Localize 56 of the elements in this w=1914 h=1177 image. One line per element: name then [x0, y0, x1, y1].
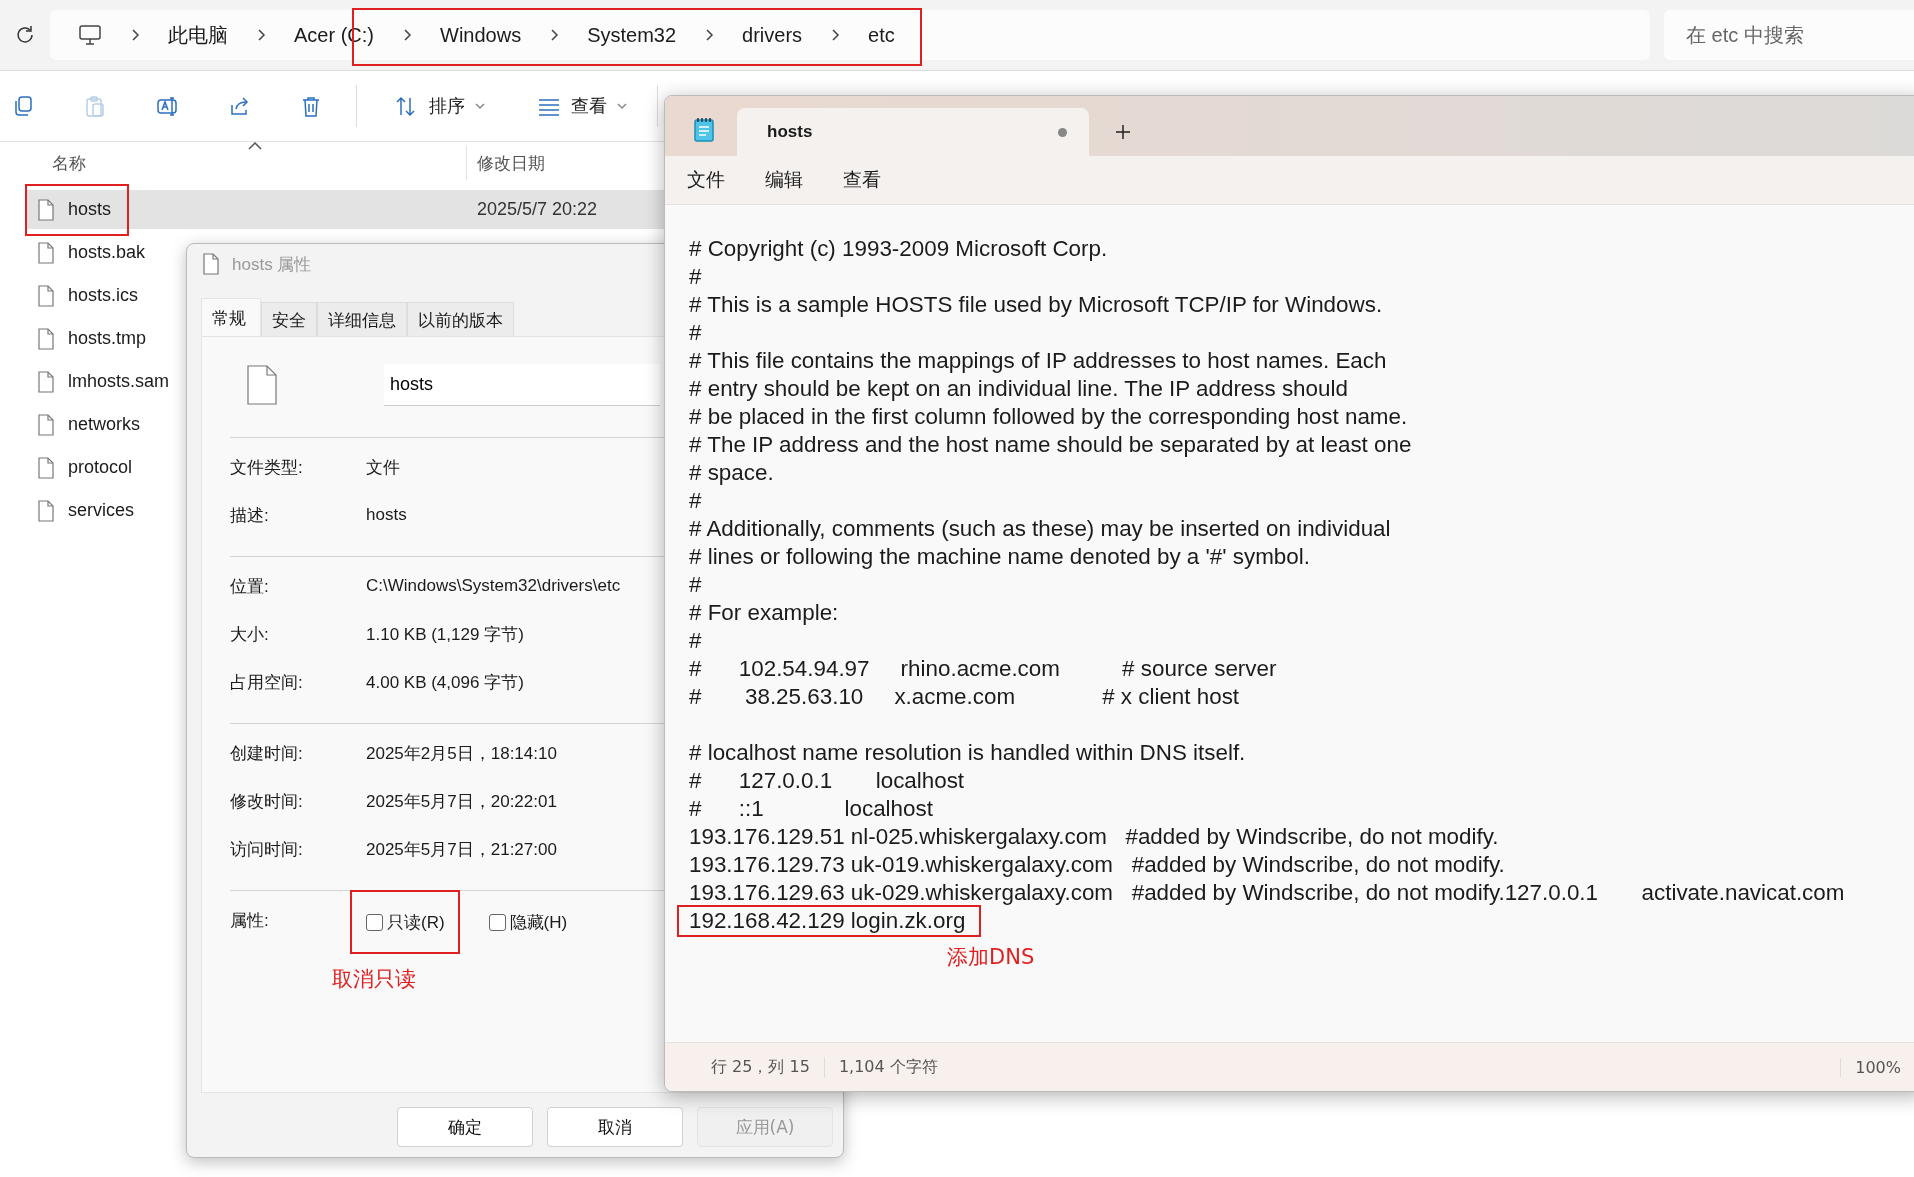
text-line: 193.176.129.51 nl-025.whiskergalaxy.com #added by Windscribe, do not modify. — [689, 823, 1499, 851]
field-value: 2025年5月7日，21:27:00 — [366, 838, 557, 861]
file-name: services — [68, 500, 134, 521]
text-line: # entry should be kept on an individual line. The IP address should — [689, 375, 1348, 403]
field-label: 访问时间: — [230, 838, 304, 861]
text-line: 192.168.42.129 login.zk.org — [679, 907, 980, 935]
character-count: 1,104 个字符 — [823, 1056, 952, 1078]
text-line: # Additionally, comments (such as these) may be inserted on individual — [689, 515, 1391, 543]
text-line: # 102.54.94.97 rhino.acme.com # source server — [689, 655, 1277, 683]
text-line: # — [689, 571, 702, 599]
file-date: 2025/5/7 20:22 — [477, 199, 598, 220]
annotation-text: 取消只读 — [332, 966, 416, 993]
field-label: 属性: — [230, 910, 270, 932]
text-line: # 38.25.63.10 x.acme.com # x client host — [689, 683, 1240, 711]
field-value: 2025年2月5日，18:14:10 — [366, 742, 557, 765]
dialog-title: hosts 属性 — [232, 253, 312, 276]
text-line: # — [689, 627, 702, 655]
text-line: # This is a sample HOSTS file used by Microsoft TCP/IP for Windows. — [689, 291, 1383, 319]
text-line: # This file contains the mappings of IP addresses to host names. Each — [689, 347, 1387, 375]
text-line: # ::1 localhost — [689, 795, 933, 823]
text-line: # be placed in the first column followed by the corresponding host name. — [689, 403, 1408, 431]
field-value: 文件 — [366, 456, 400, 479]
field-label: 文件类型: — [230, 456, 304, 479]
field-value: 4.00 KB (4,096 字节) — [366, 671, 524, 694]
text-line: # — [689, 487, 702, 515]
text-line: # 127.0.0.1 localhost — [689, 767, 965, 795]
file-name: hosts.tmp — [68, 328, 147, 349]
text-line: # space. — [689, 459, 774, 487]
file-name: protocol — [68, 457, 133, 478]
field-label: 修改时间: — [230, 790, 304, 813]
file-name: lmhosts.sam — [68, 371, 170, 392]
text-line: # lines or following the machine name denoted by a '#' symbol. — [689, 543, 1310, 571]
field-label: 创建时间: — [230, 742, 304, 765]
text-line: 193.176.129.73 uk-019.whiskergalaxy.com #added by Windscribe, do not modify. — [689, 851, 1505, 879]
field-value: 2025年5月7日，20:22:01 — [366, 790, 557, 813]
field-label: 大小: — [230, 623, 270, 646]
file-name: networks — [68, 414, 141, 435]
field-label: 描述: — [230, 504, 270, 527]
field-value: 1.10 KB (1,129 字节) — [366, 623, 524, 646]
zoom-level: 100% — [1840, 1057, 1914, 1077]
text-line: # — [689, 319, 702, 347]
text-line: # The IP address and the host name should be separated by at least one — [689, 431, 1412, 459]
file-name: hosts — [68, 199, 112, 220]
cursor-position: 行 25，列 15 — [710, 1056, 811, 1078]
text-line: # Copyright (c) 1993-2009 Microsoft Corp. — [689, 235, 1108, 263]
field-value: C:\Windows\System32\drivers\etc — [366, 576, 621, 596]
text-line: # localhost name resolution is handled within DNS itself. — [689, 739, 1246, 767]
text-line: # For example: — [689, 599, 839, 627]
annotation-text: 添加DNS — [947, 944, 1035, 971]
file-name: hosts.ics — [68, 285, 139, 306]
field-label: 位置: — [230, 575, 270, 598]
text-line: # — [689, 263, 702, 291]
field-value: hosts — [366, 505, 407, 525]
file-name: hosts.bak — [68, 242, 146, 263]
field-label: 占用空间: — [230, 671, 304, 694]
text-line: 193.176.129.63 uk-029.whiskergalaxy.com #added by Windscribe, do not modify.127.0.0.1 activate.navicat.com — [689, 879, 1845, 907]
